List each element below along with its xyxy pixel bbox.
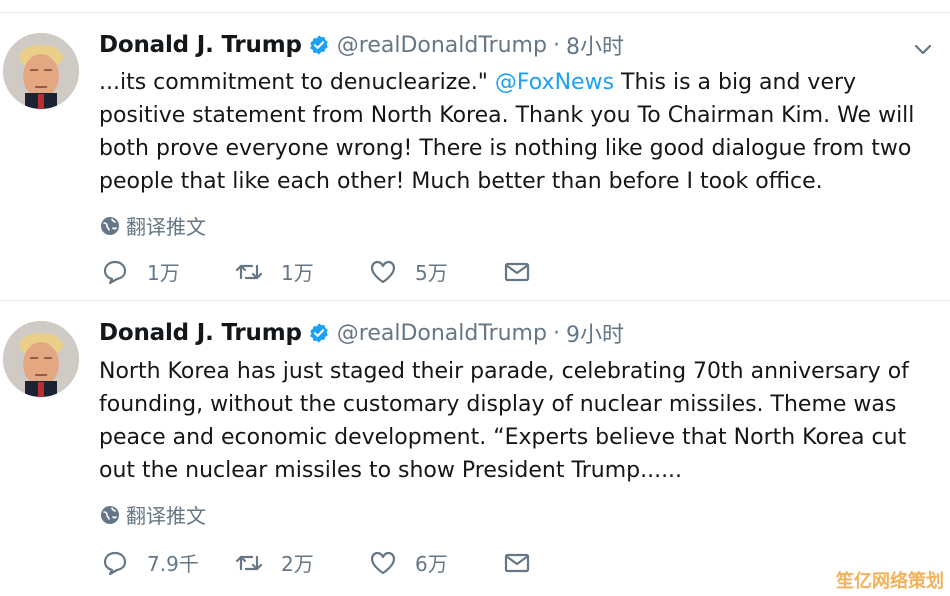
direct-message-button[interactable] [503,258,531,286]
reply-icon [103,551,127,575]
like-count: 5万 [415,261,448,285]
avatar-portrait-icon [3,33,79,109]
like-count: 6万 [415,552,448,576]
display-name[interactable]: Donald J. Trump [99,320,302,346]
translate-label: 翻译推文 [126,215,206,239]
display-name[interactable]: Donald J. Trump [99,32,302,58]
meta-separator: · [552,320,560,346]
globe-icon [101,216,119,235]
retweet-count: 1万 [281,261,314,285]
meta-separator: · [552,32,560,58]
translate-tweet-link[interactable]: 翻译推文 [100,500,206,529]
watermark: 笙亿网络策划 [836,571,944,592]
retweet-button[interactable]: 2万 [235,548,369,577]
avatar[interactable] [3,321,79,397]
tweet-text: ...its commitment to denuclearize." @Fox… [99,66,939,198]
direct-message-icon [504,553,530,572]
tweet-timestamp[interactable]: 8小时 [566,29,624,61]
translate-label: 翻译推文 [126,504,206,528]
tweet-card-2[interactable]: Donald J. Trump @realDonaldTrump · 9小时 N… [0,302,950,596]
tweet-header: Donald J. Trump @realDonaldTrump · 8小时 [99,30,624,60]
retweet-count: 2万 [281,552,314,576]
globe-icon [101,505,119,524]
reply-icon [103,260,127,284]
mention-link[interactable]: @FoxNews [495,70,614,95]
tweet-text: North Korea has just staged their parade… [99,359,909,483]
verified-badge-icon [309,35,328,55]
reply-button[interactable]: 7.9千 [101,548,235,577]
direct-message-button[interactable] [503,549,531,577]
tweet-actions: 1万 1万 5万 [101,257,531,286]
like-button[interactable]: 5万 [369,257,503,286]
tweet-card-1[interactable]: Donald J. Trump @realDonaldTrump · 8小时 .… [0,13,950,301]
retweet-button[interactable]: 1万 [235,257,369,286]
translate-tweet-link[interactable]: 翻译推文 [100,211,206,240]
tweet-timestamp[interactable]: 9小时 [566,317,624,349]
reply-button[interactable]: 1万 [101,257,235,286]
reply-count: 1万 [147,261,180,285]
chevron-down-icon[interactable] [913,39,933,59]
heart-icon [370,551,396,574]
avatar-portrait-icon [3,321,79,397]
username-handle[interactable]: @realDonaldTrump [337,33,547,58]
like-button[interactable]: 6万 [369,548,503,577]
username-handle[interactable]: @realDonaldTrump [337,321,547,346]
avatar[interactable] [3,33,79,109]
tweet-actions: 7.9千 2万 6万 [101,548,531,577]
verified-badge-icon [309,323,328,343]
retweet-icon [235,264,263,279]
tweet-header: Donald J. Trump @realDonaldTrump · 9小时 [99,318,624,348]
tweet-text-part: ...its commitment to denuclearize." [99,70,495,95]
direct-message-icon [504,262,530,281]
retweet-icon [235,555,263,570]
reply-count: 7.9千 [147,552,199,576]
heart-icon [370,260,396,283]
